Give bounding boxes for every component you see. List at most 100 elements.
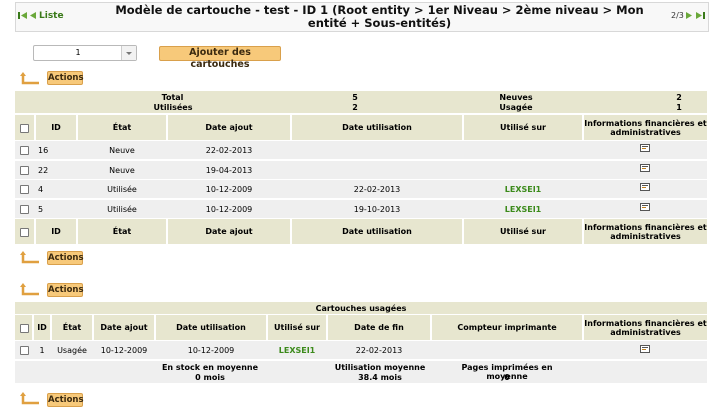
worn-value: 1	[676, 103, 682, 112]
cell-used-on-link[interactable]: LEXSEI1	[464, 185, 582, 194]
pages-value: 0	[504, 373, 510, 382]
quantity-value: 1	[75, 48, 81, 57]
col-date-added: Date ajout	[205, 227, 253, 236]
select-all-checkbox[interactable]	[20, 228, 29, 237]
financial-info-icon[interactable]	[640, 144, 650, 152]
cell-date-used: 10-12-2009	[187, 346, 235, 355]
cell-state: Utilisée	[107, 185, 137, 194]
table-row: 22 Neuve 19-04-2013	[15, 161, 707, 179]
page-indicator: 2/3	[671, 11, 684, 20]
financial-info-icon[interactable]	[640, 345, 650, 353]
col-id[interactable]: ID	[34, 315, 50, 340]
table-row: 5 Utilisée 10-12-2009 19-10-2013 LEXSEI1	[15, 200, 707, 218]
table2-header: ID État Date ajout Date utilisation Util…	[15, 315, 707, 340]
page-header: Liste Modèle de cartouche - test - ID 1 …	[15, 2, 709, 32]
last-page-icon[interactable]	[695, 11, 705, 21]
select-all-checkbox[interactable]	[20, 124, 29, 133]
table2-stats-row: En stock en moyenne 0 mois Utilisation m…	[15, 361, 707, 383]
cell-date-used: 19-10-2013	[353, 205, 401, 214]
new-value: 2	[676, 93, 682, 102]
page-title: Modèle de cartouche - test - ID 1 (Root …	[115, 3, 644, 30]
first-page-icon[interactable]	[18, 11, 28, 21]
usage-value: 38.4 mois	[358, 373, 402, 382]
stock-label: En stock en moyenne	[161, 363, 259, 372]
col-financial-info: Informations financières et administrati…	[584, 118, 707, 137]
add-cartridges-button[interactable]: Ajouter des cartouches	[159, 46, 281, 70]
cell-id: 16	[38, 146, 49, 155]
actions-button[interactable]: Actions	[47, 251, 84, 265]
financial-info-icon[interactable]	[640, 183, 650, 191]
cell-end-date: 22-02-2013	[355, 346, 403, 355]
worn-label: Usagée	[499, 103, 533, 112]
used-value: 2	[352, 103, 358, 112]
col-end-date[interactable]: Date de fin	[328, 315, 430, 340]
cell-used-on-link[interactable]: LEXSEI1	[464, 205, 582, 214]
col-id: ID	[51, 227, 61, 236]
financial-info-icon[interactable]	[640, 164, 650, 172]
cell-id: 22	[38, 166, 49, 175]
col-date-used: Date utilisation	[342, 227, 412, 236]
prev-page-icon[interactable]	[29, 11, 37, 21]
table-row: 4 Utilisée 10-12-2009 22-02-2013 LEXSEI1	[15, 180, 707, 198]
col-financial-info: Informations financières et administrati…	[584, 318, 707, 337]
cell-id: 1	[39, 346, 45, 355]
table2-title-row: Cartouches usagées	[15, 302, 707, 314]
row-checkbox[interactable]	[20, 346, 29, 355]
return-arrow-icon	[20, 72, 39, 85]
financial-info-icon[interactable]	[640, 203, 650, 211]
total-value: 5	[352, 93, 358, 102]
row-checkbox[interactable]	[20, 185, 29, 194]
col-date-used[interactable]: Date utilisation	[156, 315, 266, 340]
actions-button[interactable]: Actions	[47, 71, 84, 85]
row-checkbox[interactable]	[20, 146, 29, 155]
usage-label: Utilisation moyenne	[334, 363, 426, 372]
table1-footer-header: ID État Date ajout Date utilisation Util…	[15, 219, 707, 244]
table1-header: ID État Date ajout Date utilisation Util…	[15, 115, 707, 140]
table-row: 16 Neuve 22-02-2013	[15, 141, 707, 159]
stock-value: 0 mois	[195, 373, 225, 382]
table-row: 1 Usagée 10-12-2009 10-12-2009 LEXSEI1 2…	[15, 341, 707, 359]
cell-date-added: 22-02-2013	[205, 146, 253, 155]
cell-date-added: 10-12-2009	[100, 346, 148, 355]
summary-row: Total 5 Neuves 2 Utilisées 2 Usagée 1	[15, 91, 707, 113]
list-link[interactable]: Liste	[39, 11, 64, 21]
return-arrow-icon	[20, 283, 39, 296]
return-arrow-icon	[20, 251, 39, 264]
select-all-checkbox[interactable]	[20, 324, 29, 333]
cell-used-on-link[interactable]: LEXSEI1	[268, 346, 326, 355]
col-date-added[interactable]: Date ajout	[168, 115, 290, 140]
cell-state: Neuve	[109, 166, 135, 175]
new-label: Neuves	[499, 93, 533, 102]
next-page-icon[interactable]	[685, 11, 693, 21]
actions-button[interactable]: Actions	[47, 283, 84, 297]
col-financial-info: Informations financières et administrati…	[584, 222, 707, 241]
cell-date-added: 19-04-2013	[205, 166, 253, 175]
chevron-down-icon[interactable]	[121, 46, 136, 60]
row-checkbox[interactable]	[20, 166, 29, 175]
table2-title: Cartouches usagées	[315, 303, 407, 313]
cell-id: 5	[38, 205, 44, 214]
cell-state: Usagée	[57, 346, 87, 355]
return-arrow-icon	[20, 392, 39, 405]
cell-id: 4	[38, 185, 44, 194]
cell-date-used: 22-02-2013	[353, 185, 401, 194]
col-used-on[interactable]: Utilisé sur	[464, 115, 582, 140]
col-used-on[interactable]: Utilisé sur	[268, 315, 326, 340]
actions-button[interactable]: Actions	[47, 393, 84, 407]
col-printer-counter[interactable]: Compteur imprimante	[432, 315, 582, 340]
used-label: Utilisées	[153, 103, 193, 112]
col-used-on: Utilisé sur	[500, 227, 546, 236]
cell-state: Utilisée	[107, 205, 137, 214]
col-date-added[interactable]: Date ajout	[94, 315, 154, 340]
cell-date-added: 10-12-2009	[205, 205, 253, 214]
total-label: Total	[161, 93, 184, 102]
col-date-used[interactable]: Date utilisation	[292, 115, 462, 140]
col-id[interactable]: ID	[36, 115, 76, 140]
col-state: État	[112, 227, 132, 236]
col-state[interactable]: État	[52, 315, 92, 340]
row-checkbox[interactable]	[20, 205, 29, 214]
col-state[interactable]: État	[78, 115, 166, 140]
cell-state: Neuve	[109, 146, 135, 155]
cell-date-added: 10-12-2009	[205, 185, 253, 194]
quantity-select[interactable]: 1	[33, 45, 137, 61]
